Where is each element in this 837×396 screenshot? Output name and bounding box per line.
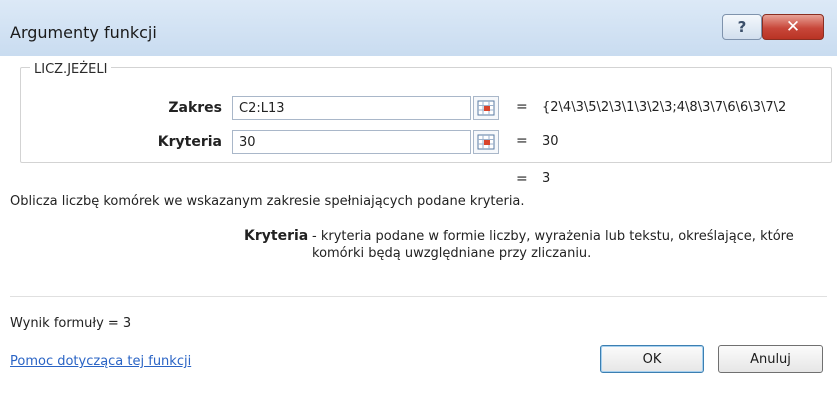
range-select-icon (477, 100, 495, 116)
close-button[interactable]: ✕ (762, 14, 824, 40)
function-result-value: 3 (542, 171, 551, 186)
function-name: LICZ.JEŻELI (30, 62, 112, 77)
zakres-collapse-button[interactable] (473, 96, 499, 120)
cancel-button[interactable]: Anuluj (718, 345, 823, 373)
formula-result: Wynik formuły = 3 (10, 316, 132, 331)
zakres-label: Zakres (168, 100, 222, 116)
result-equals: = (516, 171, 528, 187)
title-bar: Argumenty funkcji ? ✕ (0, 0, 837, 56)
zakres-input[interactable] (232, 96, 471, 120)
window-title: Argumenty funkcji (10, 23, 157, 42)
divider (10, 296, 827, 297)
kryteria-evaluated-value: 30 (542, 134, 559, 149)
question-mark-icon: ? (737, 18, 747, 36)
kryteria-label: Kryteria (157, 134, 222, 150)
help-link[interactable]: Pomoc dotycząca tej funkcji (10, 354, 191, 369)
parameter-description: - kryteria podane w formie liczby, wyraż… (312, 229, 794, 261)
close-icon: ✕ (785, 17, 801, 37)
kryteria-input[interactable] (232, 130, 471, 154)
kryteria-equals: = (516, 133, 528, 149)
ok-button[interactable]: OK (600, 345, 704, 373)
zakres-evaluated-value: {2\4\3\5\2\3\1\3\2\3;4\8\3\7\6\6\3\7\2 (542, 100, 787, 115)
parameter-name: Kryteria (244, 228, 309, 244)
help-button[interactable]: ? (722, 14, 762, 40)
kryteria-collapse-button[interactable] (473, 130, 499, 154)
function-description: Oblicza liczbę komórek we wskazanym zakr… (10, 194, 525, 209)
dialog-body: LICZ.JEŻELI Zakres = {2\4\3\5\2\3\1\3\2\… (0, 56, 837, 396)
range-select-icon (477, 134, 495, 150)
zakres-equals: = (516, 99, 528, 115)
